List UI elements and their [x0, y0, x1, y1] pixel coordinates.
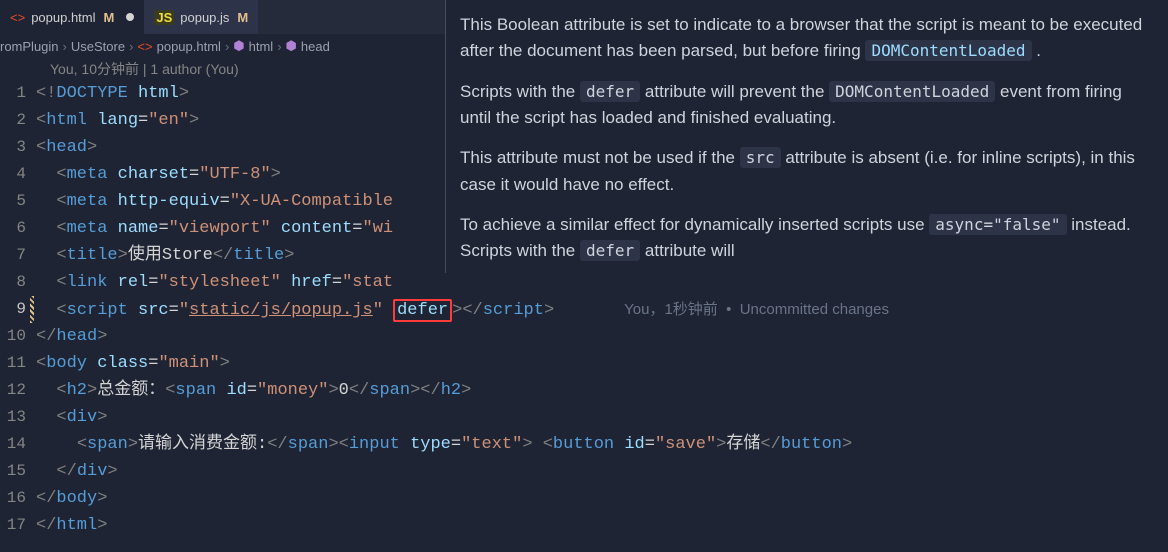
- code-token: async="false": [929, 214, 1066, 235]
- code-token: DOMContentLoaded: [865, 40, 1031, 61]
- code-token: defer: [580, 240, 640, 261]
- hover-tooltip-defer[interactable]: This Boolean attribute is set to indicat…: [445, 0, 1168, 273]
- modified-gutter-icon: [30, 296, 34, 323]
- code-token: src: [740, 147, 781, 168]
- code-line: </body>: [36, 485, 1168, 512]
- code-line: <h2>总金额：<span id="money">0</span></h2>: [36, 377, 1168, 404]
- modified-indicator: M: [104, 10, 115, 25]
- hover-paragraph: This Boolean attribute is set to indicat…: [460, 12, 1154, 65]
- code-token: DOMContentLoaded: [829, 81, 995, 102]
- element-icon: ⬢: [286, 38, 297, 54]
- hover-paragraph: This attribute must not be used if the s…: [460, 145, 1154, 198]
- chevron-right-icon: ›: [277, 39, 281, 54]
- chevron-right-icon: ›: [225, 39, 229, 54]
- code-line: <body class="main">: [36, 350, 1168, 377]
- code-line: </html>: [36, 512, 1168, 539]
- tab-label: popup.js: [180, 10, 229, 25]
- tab-label: popup.html: [31, 10, 95, 25]
- code-line: </div>: [36, 458, 1168, 485]
- breadcrumb-item[interactable]: UseStore: [71, 39, 125, 54]
- modified-indicator: M: [237, 10, 248, 25]
- hover-paragraph: To achieve a similar effect for dynamica…: [460, 212, 1154, 265]
- chevron-right-icon: ›: [129, 39, 133, 54]
- code-token: defer: [580, 81, 640, 102]
- code-line-active: <script src="static/js/popup.js" defer><…: [36, 296, 1168, 323]
- inline-git-blame: You，1秒钟前 • Uncommitted changes: [624, 301, 889, 318]
- code-line: <link rel="stylesheet" href="stat: [36, 269, 1168, 296]
- tab-popup-html[interactable]: <> popup.html M: [0, 0, 144, 34]
- breadcrumb-item[interactable]: popup.html: [157, 39, 221, 54]
- breadcrumb-item[interactable]: head: [301, 39, 330, 54]
- element-icon: ⬢: [233, 38, 244, 54]
- unsaved-dot-icon: [126, 13, 134, 21]
- html-file-icon: <>: [137, 39, 152, 54]
- code-line: </head>: [36, 323, 1168, 350]
- code-line: <span>请输入消费金额:</span><input type="text">…: [36, 431, 1168, 458]
- html-file-icon: <>: [10, 10, 25, 25]
- hover-paragraph: Scripts with the defer attribute will pr…: [460, 79, 1154, 132]
- breadcrumb-item[interactable]: html: [249, 39, 274, 54]
- tab-popup-js[interactable]: JS popup.js M: [144, 0, 258, 34]
- breadcrumb-item[interactable]: romPlugin: [0, 39, 59, 54]
- code-line: <div>: [36, 404, 1168, 431]
- js-file-icon: JS: [154, 10, 174, 25]
- chevron-right-icon: ›: [63, 39, 67, 54]
- defer-attribute-highlight: defer: [393, 299, 452, 322]
